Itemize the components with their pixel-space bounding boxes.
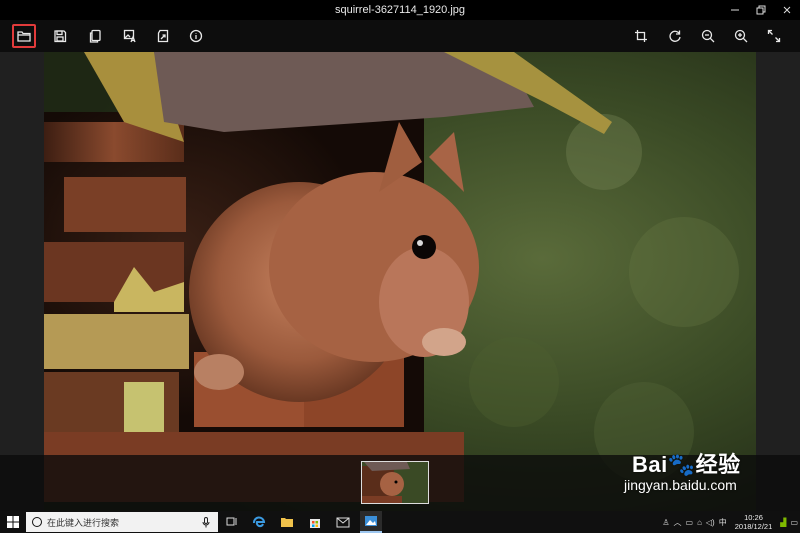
info-button[interactable]: [184, 24, 208, 48]
activity-icon[interactable]: ▟: [780, 518, 786, 527]
show-hidden-icons-icon[interactable]: ︿: [674, 517, 682, 528]
taskbar-search[interactable]: 在此键入进行搜索: [26, 512, 218, 532]
thumbnail-current[interactable]: [361, 461, 429, 504]
search-placeholder: 在此键入进行搜索: [47, 517, 120, 528]
people-icon[interactable]: ♙: [662, 518, 669, 527]
export-icon: [157, 29, 169, 43]
cortana-icon: [32, 517, 42, 527]
open-folder-icon: [17, 31, 31, 42]
watermark-url: jingyan.baidu.com: [624, 477, 737, 493]
minimize-button[interactable]: [722, 0, 748, 20]
copy-icon: [89, 29, 101, 43]
save-icon: [54, 30, 67, 43]
crop-icon: [635, 30, 647, 42]
window-title: squirrel-3627114_1920.jpg: [334, 4, 466, 16]
minimize-icon: [731, 9, 739, 11]
notification-icon[interactable]: ▭: [790, 518, 798, 527]
copy-button[interactable]: [83, 24, 107, 48]
thumbnail-image: [362, 462, 428, 503]
ime-indicator[interactable]: 中: [719, 517, 727, 528]
task-view-icon[interactable]: [224, 514, 240, 530]
system-tray: ♙ ︿ ▭ ⌂ ◁) 中 10:26 2018/12/21 ▟ ▭: [660, 511, 800, 533]
image-edit-icon: [123, 29, 136, 43]
volume-icon[interactable]: ◁): [706, 518, 715, 527]
close-icon: [783, 6, 791, 14]
battery-icon[interactable]: ▭: [686, 518, 694, 527]
zoom-in-icon: [734, 29, 748, 43]
export-button[interactable]: [151, 24, 175, 48]
zoom-in-button[interactable]: [729, 24, 753, 48]
fullscreen-icon: [767, 29, 781, 43]
microphone-icon[interactable]: [202, 516, 210, 528]
clock-date: 2018/12/21: [734, 522, 773, 531]
save-button[interactable]: [48, 24, 72, 48]
photos-app-icon[interactable]: [360, 511, 382, 533]
image-viewer: [0, 52, 800, 511]
edge-icon[interactable]: [251, 514, 267, 530]
restore-icon: [756, 5, 766, 15]
fullscreen-button[interactable]: [762, 24, 786, 48]
image-edit-button[interactable]: [118, 24, 142, 48]
store-icon[interactable]: [307, 514, 323, 530]
toolbar: [0, 20, 800, 52]
left-margin: [0, 52, 44, 511]
zoom-out-button[interactable]: [696, 24, 720, 48]
rotate-icon: [669, 30, 681, 42]
mail-icon[interactable]: [335, 514, 351, 530]
title-bar: squirrel-3627114_1920.jpg: [0, 0, 800, 20]
restore-button[interactable]: [748, 0, 774, 20]
window-controls: [722, 0, 800, 20]
start-icon[interactable]: [6, 515, 20, 529]
taskbar: 在此键入进行搜索 ♙ ︿ ▭ ⌂ ◁) 中 10:26 2018/12/21 ▟…: [0, 511, 800, 533]
file-explorer-icon[interactable]: [279, 514, 295, 530]
watermark-brand: Bai🐾经验: [632, 452, 741, 477]
crop-button[interactable]: [629, 24, 653, 48]
clock-time: 10:26: [744, 513, 763, 522]
network-icon[interactable]: ⌂: [697, 518, 702, 527]
rotate-button[interactable]: [663, 24, 687, 48]
close-button[interactable]: [774, 0, 800, 20]
squirrel-photo: [44, 52, 756, 511]
right-margin: [756, 52, 800, 511]
open-folder-button[interactable]: [12, 24, 36, 48]
taskbar-clock[interactable]: 10:26 2018/12/21: [735, 513, 773, 531]
baidu-jingyan-watermark: Bai🐾经验 jingyan.baidu.com: [624, 447, 764, 493]
info-icon: [189, 29, 203, 43]
zoom-out-icon: [701, 29, 715, 43]
